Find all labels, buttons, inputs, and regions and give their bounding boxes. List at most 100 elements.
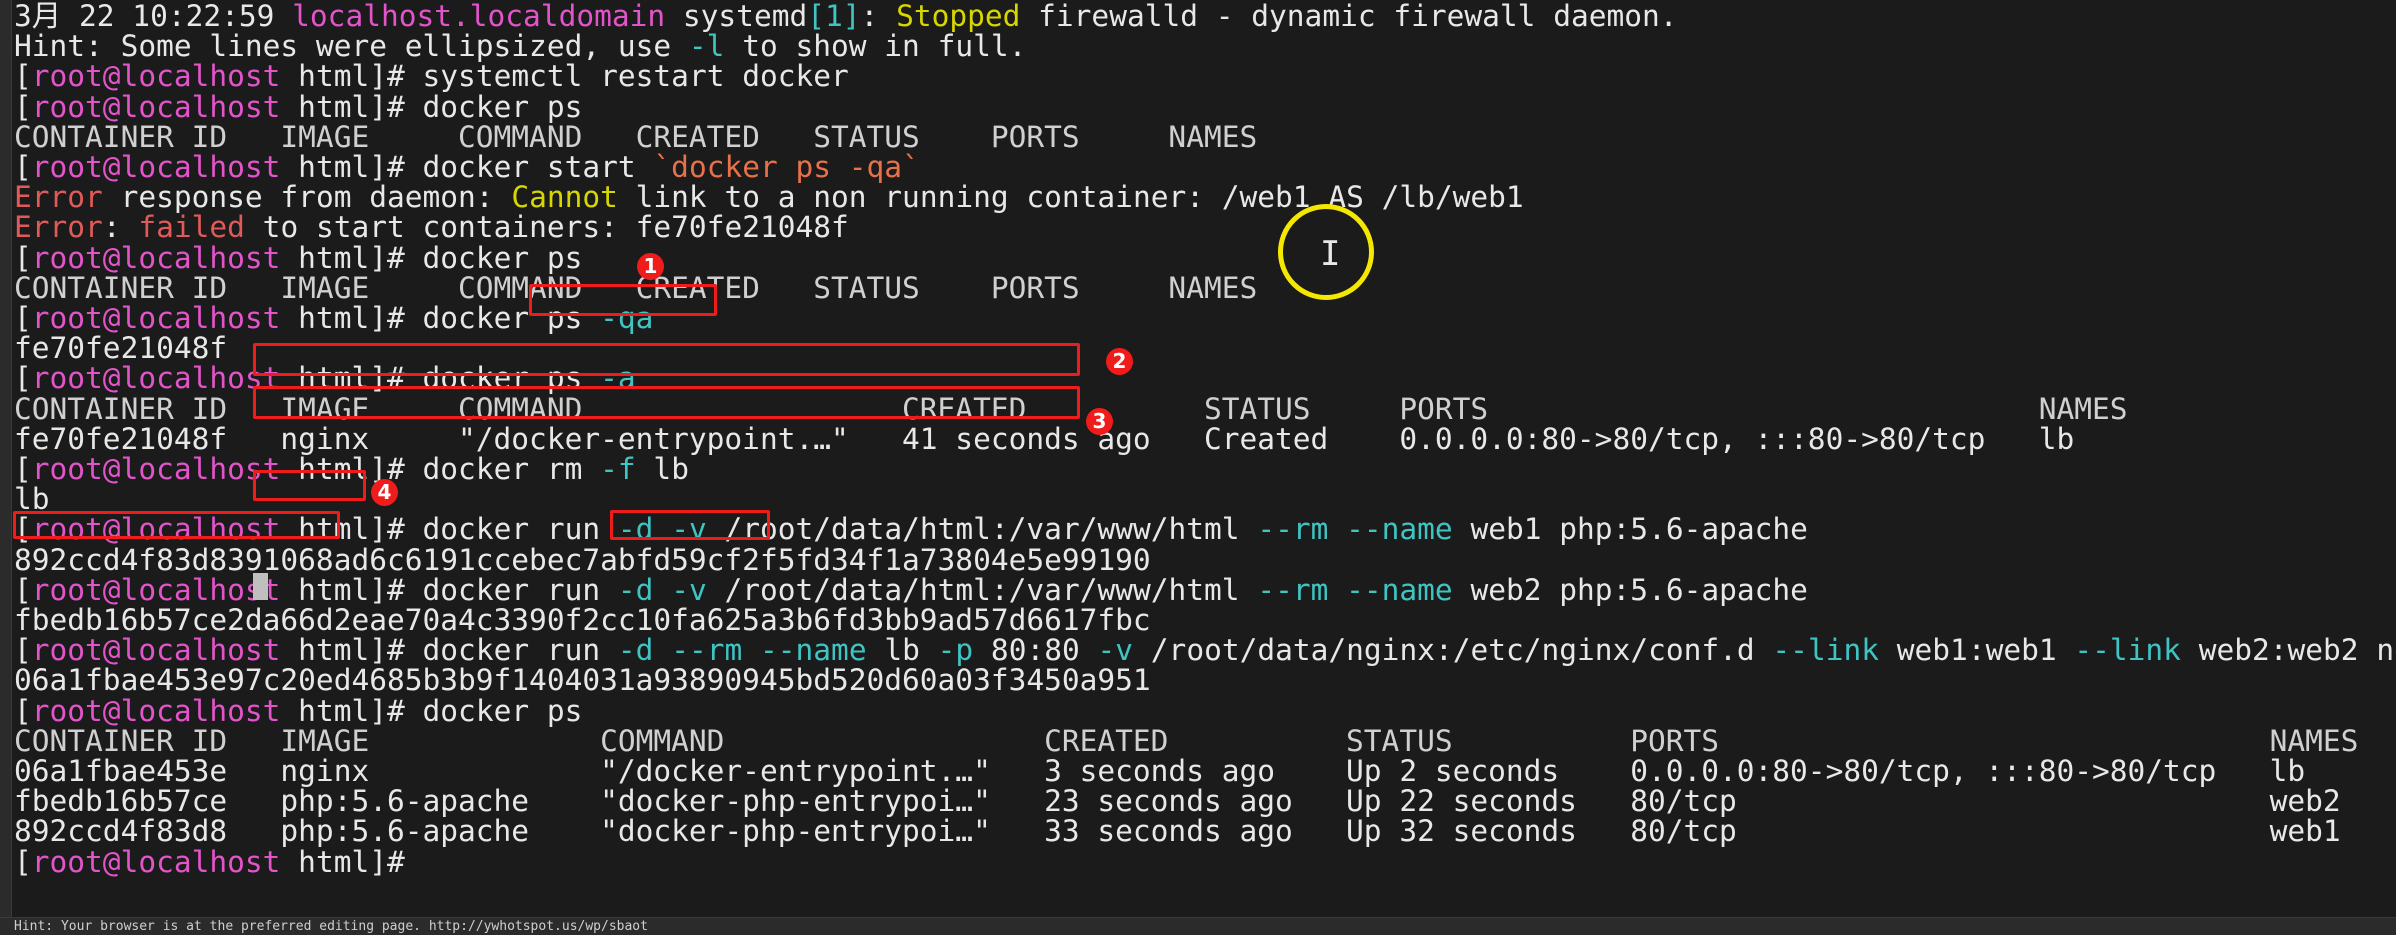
terminal-text-segment: web1 php:5.6-apache bbox=[1452, 512, 1808, 547]
terminal-text-segment: response from daemon: bbox=[102, 180, 512, 215]
terminal-line: [root@localhost html]# bbox=[14, 847, 423, 877]
terminal-text-segment: -a bbox=[600, 361, 636, 396]
terminal-text-segment: [ bbox=[14, 633, 32, 668]
terminal-text-segment: 892ccd4f83d8391068ad6c6191ccebec7abfd59c… bbox=[14, 542, 1151, 577]
terminal-text-segment: : bbox=[860, 0, 897, 33]
terminal-text-segment: ]# bbox=[369, 89, 423, 124]
terminal-line: [root@localhost html]# docker rm -f lb bbox=[14, 454, 689, 484]
terminal-line: fe70fe21048f nginx "/docker-entrypoint.…… bbox=[14, 424, 2074, 454]
terminal-line: 06a1fbae453e nginx "/docker-entrypoint.…… bbox=[14, 756, 2305, 786]
terminal-screen[interactable]: 3月 22 10:22:59 localhost.localdomain sys… bbox=[14, 0, 2396, 918]
terminal-text-segment: docker rm bbox=[422, 452, 601, 486]
terminal-text-segment: root@localhost bbox=[31, 59, 281, 94]
terminal-text-segment: [ bbox=[14, 693, 32, 728]
terminal-text-segment: systemd bbox=[665, 0, 808, 33]
terminal-text-segment: fe70fe21048f bbox=[14, 331, 228, 366]
terminal-line: fbedb16b57ce php:5.6-apache "docker-php-… bbox=[14, 786, 2341, 816]
terminal-text-segment: fe70fe21048f nginx "/docker-entrypoint.…… bbox=[14, 421, 2075, 456]
terminal-line: [root@localhost html]# docker ps bbox=[14, 243, 582, 273]
terminal-text-segment: root@localhost bbox=[31, 89, 281, 124]
terminal-line: CONTAINER ID IMAGE COMMAND CREATED STATU… bbox=[14, 122, 1257, 152]
terminal-text-segment: docker ps bbox=[422, 301, 601, 335]
terminal-line: [root@localhost html]# systemctl restart… bbox=[14, 61, 849, 91]
terminal-text-segment: --rm bbox=[671, 633, 743, 668]
terminal-line: fe70fe21048f bbox=[14, 333, 227, 363]
terminal-text-segment: --name bbox=[760, 633, 867, 668]
terminal-text-segment: localhost.localdomain bbox=[292, 0, 666, 33]
window-status-bar: Hint: Your browser is at the preferred e… bbox=[0, 917, 2396, 935]
terminal-caret bbox=[253, 573, 268, 600]
terminal-text-segment: root@localhost bbox=[31, 361, 281, 396]
text-cursor-icon: I bbox=[1320, 234, 1341, 274]
terminal-text-segment: -l bbox=[688, 29, 725, 64]
terminal-line: [root@localhost html]# docker ps bbox=[14, 696, 582, 726]
terminal-text-segment: to show in full. bbox=[724, 29, 1027, 64]
terminal-text-segment: root@localhost bbox=[31, 301, 281, 335]
terminal-text-segment: docker run bbox=[422, 572, 618, 607]
terminal-text-segment: root@localhost bbox=[31, 693, 281, 728]
terminal-text-segment: [ bbox=[14, 59, 32, 94]
terminal-text-segment: -d bbox=[617, 572, 654, 607]
terminal-text-segment: `docker ps -qa` bbox=[653, 150, 920, 184]
terminal-line: Error response from daemon: Cannot link … bbox=[14, 182, 1524, 212]
terminal-line: CONTAINER ID IMAGE COMMAND CREATED STATU… bbox=[14, 726, 2358, 756]
terminal-text-segment: -v bbox=[1097, 633, 1134, 668]
terminal-text-segment: html bbox=[280, 452, 370, 486]
terminal-text-segment: docker ps bbox=[422, 240, 583, 275]
terminal-text-segment: -d bbox=[617, 512, 654, 547]
terminal-text-segment: root@localhost bbox=[31, 633, 281, 668]
terminal-text-segment: root@localhost bbox=[31, 512, 281, 547]
terminal-text-segment: 06a1fbae453e nginx "/docker-entrypoint.…… bbox=[14, 754, 2306, 788]
status-bar-text: Hint: Your browser is at the preferred e… bbox=[14, 919, 648, 934]
terminal-text-segment: lb bbox=[866, 633, 938, 668]
terminal-text-segment: web1:web1 bbox=[1879, 633, 2075, 668]
terminal-window[interactable]: 3月 22 10:22:59 localhost.localdomain sys… bbox=[0, 0, 2396, 935]
terminal-line: [root@localhost html]# docker ps -a bbox=[14, 363, 636, 393]
terminal-text-segment: ] bbox=[842, 0, 861, 33]
terminal-text-segment: link to a non running container: /web1 A… bbox=[617, 180, 1524, 215]
terminal-text-segment: fbedb16b57ce php:5.6-apache "docker-php-… bbox=[14, 784, 2341, 819]
terminal-line: [root@localhost html]# docker run -d --r… bbox=[14, 635, 2396, 665]
terminal-text-segment: CONTAINER ID IMAGE COMMAND CREATED STATU… bbox=[14, 391, 2128, 426]
terminal-text-segment: -v bbox=[671, 512, 707, 547]
terminal-line: 3月 22 10:22:59 localhost.localdomain sys… bbox=[14, 1, 1678, 31]
terminal-text-segment: [ bbox=[14, 452, 32, 486]
terminal-text-segment: --link bbox=[2074, 633, 2181, 668]
terminal-text-segment: html bbox=[280, 693, 370, 728]
terminal-text-segment: ]# bbox=[369, 572, 423, 607]
terminal-text-segment: -d bbox=[617, 633, 654, 668]
terminal-text-segment: html bbox=[280, 361, 370, 396]
terminal-line: 892ccd4f83d8 php:5.6-apache "docker-php-… bbox=[14, 816, 2341, 846]
terminal-text-segment: systemctl restart docker bbox=[422, 59, 849, 94]
terminal-text-segment: [ bbox=[14, 150, 32, 184]
terminal-text-segment: Error bbox=[14, 180, 103, 215]
terminal-text-segment: root@localhost bbox=[31, 844, 281, 879]
terminal-text-segment: --link bbox=[1772, 633, 1879, 668]
terminal-text-segment: docker run bbox=[422, 512, 618, 547]
terminal-line: fbedb16b57ce2da66d2eae70a4c3390f2cc10fa6… bbox=[14, 605, 1151, 635]
terminal-text-segment: root@localhost bbox=[31, 452, 281, 486]
terminal-text-segment: [ bbox=[14, 844, 32, 879]
terminal-text-segment: firewalld - dynamic firewall daemon. bbox=[1020, 0, 1678, 33]
annotation-badge: 1 bbox=[637, 253, 664, 280]
terminal-line: [root@localhost html]# docker run -d -v … bbox=[14, 514, 1808, 544]
terminal-text-segment: 80:80 bbox=[973, 633, 1098, 668]
terminal-text-segment: Error bbox=[14, 210, 103, 245]
annotation-badge: 2 bbox=[1106, 348, 1133, 375]
terminal-text-segment: [ bbox=[14, 512, 32, 547]
terminal-text-segment: html bbox=[280, 512, 370, 547]
terminal-line: Hint: Some lines were ellipsized, use -l… bbox=[14, 31, 1026, 61]
terminal-text-segment: /root/data/html:/var/www/html bbox=[706, 512, 1258, 547]
terminal-text-segment: -qa bbox=[600, 301, 654, 335]
terminal-text-segment: --name bbox=[1346, 572, 1453, 607]
terminal-text-segment: ]# bbox=[369, 693, 423, 728]
terminal-text-segment: CONTAINER ID IMAGE COMMAND CREATED STATU… bbox=[14, 119, 1258, 154]
terminal-text-segment: html bbox=[280, 633, 370, 668]
terminal-text-segment: lb bbox=[635, 452, 689, 486]
terminal-text-segment: html bbox=[280, 572, 370, 607]
terminal-line: lb bbox=[14, 484, 50, 514]
annotation-badge: 4 bbox=[371, 479, 398, 506]
